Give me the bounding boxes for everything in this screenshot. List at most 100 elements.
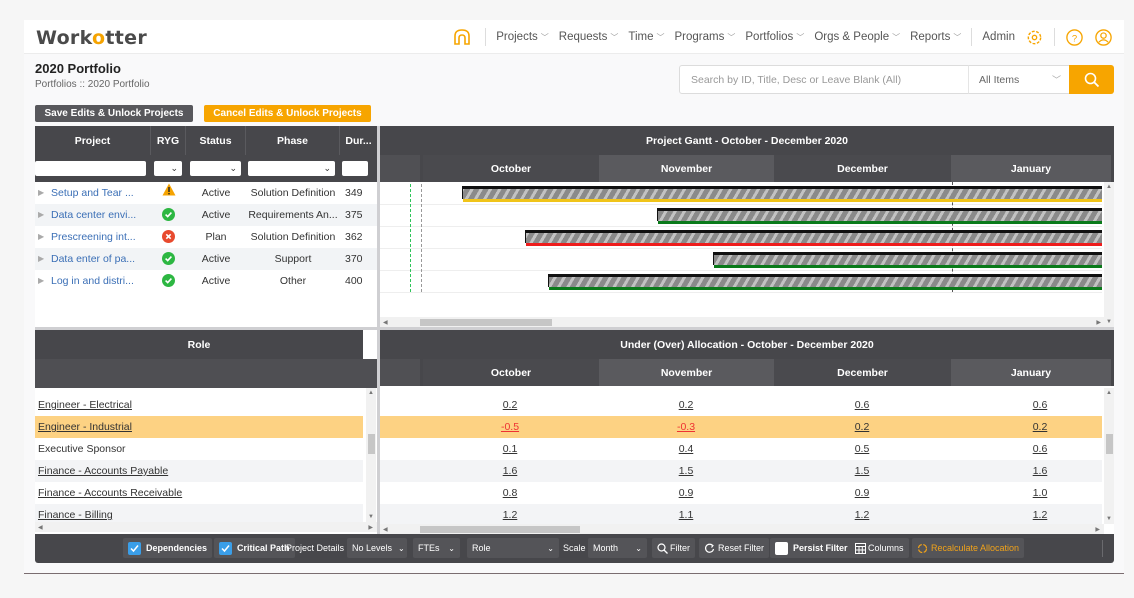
project-filter-input[interactable] (35, 161, 146, 176)
dependencies-toggle[interactable]: Dependencies (123, 538, 213, 558)
allocation-value[interactable]: 1.6 (480, 460, 540, 482)
nav-portfolios[interactable]: Portfolios ﹀ (745, 31, 804, 43)
levels-select[interactable]: No Levels ⌄ (347, 538, 407, 558)
gantt-horizontal-scrollbar[interactable]: ◀ ▶ (380, 317, 1104, 327)
allocation-value[interactable]: 0.9 (656, 482, 716, 504)
allocation-value[interactable]: 1.5 (656, 460, 716, 482)
project-link[interactable]: Data enter of pa... (51, 248, 149, 270)
gantt-bar[interactable] (547, 274, 1102, 290)
allocation-value[interactable]: 0.8 (480, 482, 540, 504)
project-link[interactable]: Data center envi... (51, 204, 149, 226)
allocation-value[interactable]: 0.6 (832, 394, 892, 416)
home-icon[interactable] (452, 27, 472, 47)
workotter-logo[interactable]: Workotter (36, 27, 147, 49)
role-link[interactable]: Finance - Accounts Payable (38, 460, 168, 482)
columns-button[interactable]: Columns (850, 538, 909, 558)
nav-projects[interactable]: Projects ﹀ (496, 31, 549, 43)
allocation-value[interactable]: 1.5 (832, 460, 892, 482)
nav-programs[interactable]: Programs ﹀ (675, 31, 736, 43)
project-link[interactable]: Setup and Tear ... (51, 182, 149, 204)
cancel-edits-button[interactable]: Cancel Edits & Unlock Projects (204, 105, 371, 122)
search-button[interactable] (1069, 65, 1114, 94)
breadcrumb[interactable]: Portfolios :: 2020 Portfolio (35, 79, 150, 90)
nav-orgs-people[interactable]: Orgs & People ﹀ (814, 31, 900, 43)
gantt-bar[interactable] (713, 252, 1102, 268)
gantt-bar[interactable] (525, 230, 1102, 246)
allocation-value[interactable]: 1.2 (480, 504, 540, 526)
scroll-down-icon[interactable]: ▼ (1106, 516, 1112, 522)
group-by-select[interactable]: Role ⌄ (467, 538, 559, 558)
ryg-filter-select[interactable]: ⌄ (154, 161, 182, 176)
role-vertical-scrollbar[interactable]: ▲ ▼ (366, 388, 376, 522)
nav-admin[interactable]: Admin (982, 31, 1015, 43)
role-link[interactable]: Engineer - Electrical (38, 394, 132, 416)
allocation-value[interactable]: -0.3 (656, 416, 716, 438)
project-row[interactable]: ▶ Log in and distri... Active Other 400 (35, 270, 377, 292)
search-input[interactable]: Search by ID, Title, Desc or Leave Blank… (679, 65, 969, 94)
allocation-vertical-scrollbar[interactable]: ▲ ▼ (1104, 388, 1114, 524)
gantt-bar[interactable] (657, 208, 1102, 224)
allocation-value[interactable]: -0.5 (480, 416, 540, 438)
critical-path-toggle[interactable]: Critical Path (214, 538, 295, 558)
duration-filter-input[interactable] (342, 161, 368, 176)
gantt-bar[interactable] (461, 186, 1102, 202)
column-header-status[interactable]: Status (186, 126, 246, 155)
scroll-left-icon[interactable]: ◀ (383, 526, 388, 533)
role-row[interactable]: Executive Sponsor (35, 438, 363, 460)
project-row[interactable]: ▶ Setup and Tear ... Active Solution Defini… (35, 182, 377, 204)
allocation-horizontal-scrollbar[interactable]: ◀ ▶ (380, 524, 1104, 534)
column-header-duration[interactable]: Dur... (340, 126, 377, 155)
scroll-up-icon[interactable]: ▲ (1106, 184, 1112, 190)
scroll-right-icon[interactable]: ▶ (368, 524, 373, 531)
search-scope-select[interactable]: All Items ﹀ (968, 65, 1070, 94)
scroll-left-icon[interactable]: ◀ (38, 524, 43, 531)
persist-filter-toggle[interactable]: Persist Filter (770, 538, 853, 558)
allocation-value[interactable]: 0.9 (832, 482, 892, 504)
project-row[interactable]: ▶ Data center envi... Active Requirements A… (35, 204, 377, 226)
allocation-value[interactable]: 0.2 (832, 416, 892, 438)
filter-button[interactable]: Filter (652, 538, 695, 558)
expand-row-icon[interactable]: ▶ (38, 204, 44, 226)
project-link[interactable]: Log in and distri... (51, 270, 149, 292)
gantt-vertical-scrollbar[interactable]: ▲ ▼ (1104, 182, 1114, 327)
column-header-ryg[interactable]: RYG (151, 126, 186, 155)
role-link[interactable]: Finance - Accounts Receivable (38, 482, 182, 504)
allocation-value[interactable]: 0.1 (480, 438, 540, 460)
role-row[interactable]: Finance - Accounts Payable (35, 460, 363, 482)
help-icon[interactable]: ? (1065, 28, 1084, 47)
phase-filter-select[interactable]: ⌄ (248, 161, 335, 176)
role-row[interactable]: Engineer - Electrical (35, 394, 363, 416)
scrollbar-thumb[interactable] (420, 319, 552, 326)
scrollbar-thumb[interactable] (1106, 434, 1113, 454)
allocation-value[interactable]: 1.2 (1010, 504, 1070, 526)
expand-row-icon[interactable]: ▶ (38, 248, 44, 270)
nav-time[interactable]: Time ﹀ (628, 31, 664, 43)
reset-filter-button[interactable]: Reset Filter (699, 538, 770, 558)
scrollbar-thumb[interactable] (368, 434, 375, 454)
allocation-value[interactable]: 0.2 (480, 394, 540, 416)
scroll-up-icon[interactable]: ▲ (1106, 390, 1112, 396)
column-header-phase[interactable]: Phase (246, 126, 340, 155)
project-row[interactable]: ▶ Prescreening int... Plan Solution Definit… (35, 226, 377, 248)
allocation-value[interactable]: 1.1 (656, 504, 716, 526)
allocation-value[interactable]: 0.5 (832, 438, 892, 460)
units-select[interactable]: FTEs ⌄ (413, 538, 460, 558)
scrollbar-thumb[interactable] (420, 526, 580, 533)
allocation-value[interactable]: 0.2 (1010, 416, 1070, 438)
role-horizontal-scrollbar[interactable]: ◀ ▶ (35, 522, 377, 532)
scroll-right-icon[interactable]: ▶ (1095, 526, 1100, 533)
column-header-role[interactable]: Role (188, 339, 211, 351)
allocation-value[interactable]: 1.0 (1010, 482, 1070, 504)
nav-requests[interactable]: Requests ﹀ (559, 31, 619, 43)
expand-row-icon[interactable]: ▶ (38, 182, 44, 204)
recalculate-allocation-button[interactable]: Recalculate Allocation (912, 538, 1025, 558)
column-header-project[interactable]: Project (35, 126, 151, 155)
scale-select[interactable]: Month ⌄ (588, 538, 647, 558)
allocation-value[interactable]: 0.6 (1010, 394, 1070, 416)
allocation-value[interactable]: 0.2 (656, 394, 716, 416)
allocation-value[interactable]: 0.4 (656, 438, 716, 460)
project-link[interactable]: Prescreening int... (51, 226, 149, 248)
project-row[interactable]: ▶ Data enter of pa... Active Support 370 (35, 248, 377, 270)
scroll-right-icon[interactable]: ▶ (1096, 319, 1101, 326)
user-icon[interactable] (1094, 28, 1113, 47)
